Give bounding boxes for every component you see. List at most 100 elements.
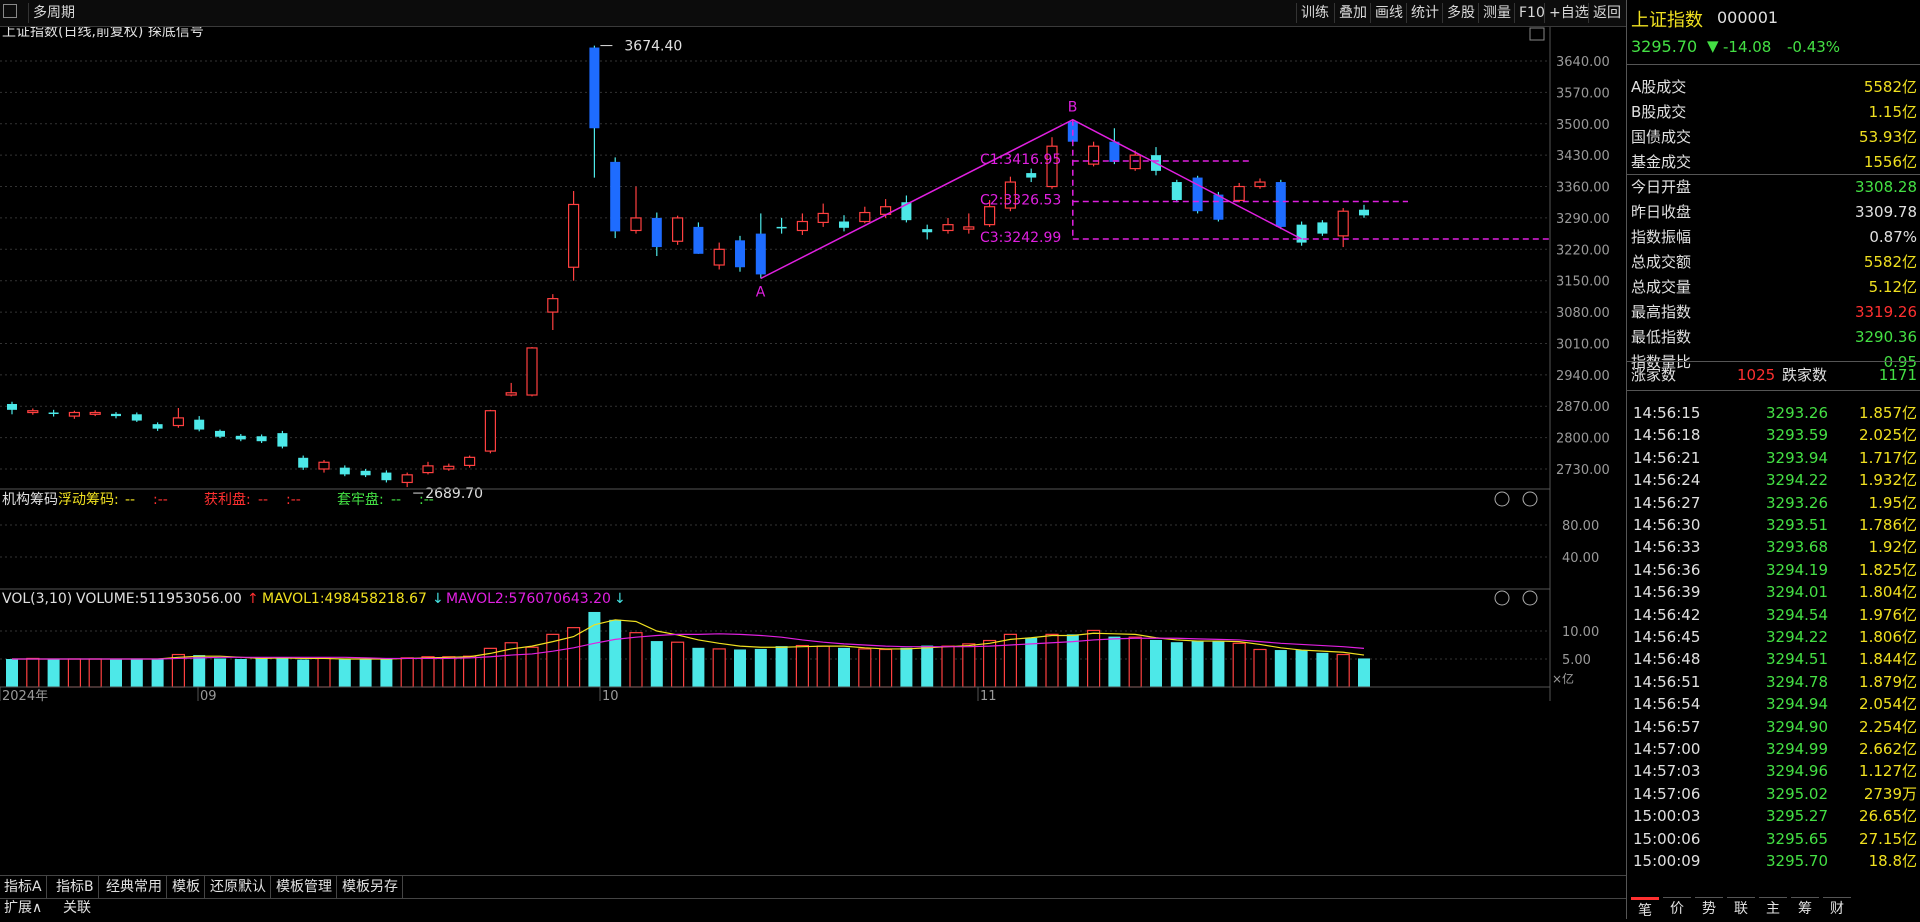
tick-price: 3294.22 <box>1765 471 1829 490</box>
tick-price: 3294.94 <box>1765 695 1829 714</box>
index-pct: -0.43% <box>1787 38 1841 56</box>
tick-price: 3294.78 <box>1765 672 1829 691</box>
bottom-tab-6[interactable]: 模板管理 <box>272 876 337 898</box>
bottom-tab-5[interactable]: 还原默认 <box>206 876 271 898</box>
gear-icon[interactable] <box>1522 491 1538 507</box>
quote-value: 3309.78 <box>1854 203 1917 221</box>
volume-bar <box>921 645 934 687</box>
volume-unit: ×亿 <box>1552 671 1574 686</box>
candle <box>484 409 496 454</box>
price-tick-label: 2730.00 <box>1556 463 1610 478</box>
volume-bar <box>1150 639 1162 687</box>
right-tab-6[interactable]: 筹 <box>1791 897 1819 920</box>
close-icon[interactable] <box>1494 590 1510 606</box>
price-tick-label: 3150.00 <box>1556 275 1610 290</box>
candle <box>755 213 766 279</box>
tick-price: 3294.99 <box>1765 740 1829 758</box>
candle <box>401 472 413 488</box>
toolbar-button-8[interactable]: +自选 <box>1544 3 1593 23</box>
locked-chips-value: -- <box>391 492 401 508</box>
gear-icon[interactable] <box>1522 590 1538 606</box>
volume-bar <box>317 657 331 688</box>
right-tab-7[interactable]: 财 <box>1823 897 1851 920</box>
date-axis: 2024年 09 10 11 <box>0 687 997 704</box>
right-tab-5[interactable]: 主 <box>1759 897 1787 920</box>
bottom-tab-7[interactable]: 模板另存 <box>338 876 403 898</box>
quote-value: 3290.36 <box>1854 328 1917 346</box>
quote-row: 最低指数 3290.36 <box>1627 325 1920 350</box>
candle <box>1254 178 1266 189</box>
candle <box>630 186 642 234</box>
right-tab-4[interactable]: 联 <box>1727 897 1755 920</box>
right-tab-2[interactable]: 价 <box>1663 897 1691 920</box>
right-tab-3[interactable]: 势 <box>1695 897 1723 920</box>
candle <box>152 422 163 431</box>
candle <box>1275 179 1286 230</box>
toolbar-button-4[interactable]: 统计 <box>1406 3 1443 23</box>
tick-price: 3295.27 <box>1765 807 1829 826</box>
right-tab-1[interactable]: 笔 <box>1631 897 1659 922</box>
volume-bar <box>1274 650 1287 687</box>
volume-bar <box>858 648 872 688</box>
volume-bar <box>878 648 893 688</box>
tick-volume: 1.932亿 <box>1859 471 1917 490</box>
quote-row: A股成交 5582亿 <box>1627 75 1920 100</box>
volume-bar <box>67 658 82 688</box>
volume-bar <box>962 643 976 688</box>
candle <box>693 222 704 254</box>
toolbar-button-6[interactable]: 测量 <box>1478 3 1515 23</box>
candle <box>256 434 267 443</box>
price-tick-label: 3570.00 <box>1556 86 1610 101</box>
candle <box>942 217 954 234</box>
indicator-panel: 机构筹码 浮动筹码: --:-- 获利盘: --:-- 套牢盘: --:-- 80.00 40.… <box>0 491 1599 566</box>
candle <box>131 412 142 422</box>
bottom-link-1[interactable]: 扩展∧ <box>0 897 46 919</box>
volume-bar <box>609 619 622 687</box>
tick-volume: 1.717亿 <box>1859 448 1917 467</box>
tick-price: 3293.94 <box>1765 448 1829 467</box>
bottom-tabs-2: 扩展∧ 关联 <box>0 897 1626 919</box>
toolbar-button-3[interactable]: 画线 <box>1370 3 1407 23</box>
volume-bar <box>650 641 663 687</box>
close-icon[interactable] <box>1494 491 1510 507</box>
candle <box>1317 220 1328 236</box>
price-tick-label: 2940.00 <box>1556 369 1610 384</box>
bottom-tab-3[interactable]: 经典常用 <box>102 876 167 898</box>
tick-time: 14:56:27 <box>1633 493 1701 512</box>
down-count: 1171 <box>1878 366 1917 384</box>
tick-price: 3293.51 <box>1765 516 1829 534</box>
toolbar-button-2[interactable]: 叠加 <box>1334 3 1371 23</box>
volume-bar <box>255 657 268 687</box>
toolbar-button-9[interactable]: 返回 <box>1588 3 1625 23</box>
price-tick-label: 3640.00 <box>1556 55 1610 70</box>
bottom-tab-2[interactable]: 指标B <box>52 876 99 898</box>
mavol1-value: MAVOL1:498458218.67 <box>262 591 427 607</box>
price-tick-label: 2800.00 <box>1556 432 1610 447</box>
tick-volume: 2.662亿 <box>1859 740 1917 758</box>
candle <box>464 455 476 468</box>
volume-bar <box>1358 658 1370 687</box>
candle <box>68 410 81 419</box>
tick-row: 14:56:42 3294.54 1.976亿 <box>1627 604 1920 626</box>
volume-bar <box>88 658 102 688</box>
candle <box>194 416 205 432</box>
bottom-tab-4[interactable]: 模板 <box>168 876 205 898</box>
grid-icon[interactable] <box>3 4 17 18</box>
volume-bar <box>900 647 913 687</box>
volume-bar <box>47 659 60 687</box>
toolbar-button-1[interactable]: 训练 <box>1296 3 1333 23</box>
tick-row: 14:56:45 3294.22 1.806亿 <box>1627 626 1920 648</box>
chart-settings-icon[interactable] <box>1529 27 1545 41</box>
multi-period-button[interactable]: 多周期 <box>28 3 79 23</box>
toolbar-button-5[interactable]: 多股 <box>1442 3 1479 23</box>
tick-time: 14:56:48 <box>1633 650 1701 669</box>
candle <box>1359 204 1369 218</box>
bottom-link-2[interactable]: 关联 <box>59 897 95 919</box>
volume-bar <box>234 659 247 687</box>
quote-value: 5582亿 <box>1863 253 1917 271</box>
tick-volume: 1.804亿 <box>1859 583 1917 602</box>
volume-bar <box>1212 641 1225 687</box>
bottom-tab-1[interactable]: 指标A <box>0 876 47 898</box>
quote-label: 国债成交 <box>1631 128 1692 146</box>
main-chart[interactable]: 上证指数(日线,前复权) 探底信号 A B C1:3416.95 C2:3326.53… <box>0 27 1626 901</box>
